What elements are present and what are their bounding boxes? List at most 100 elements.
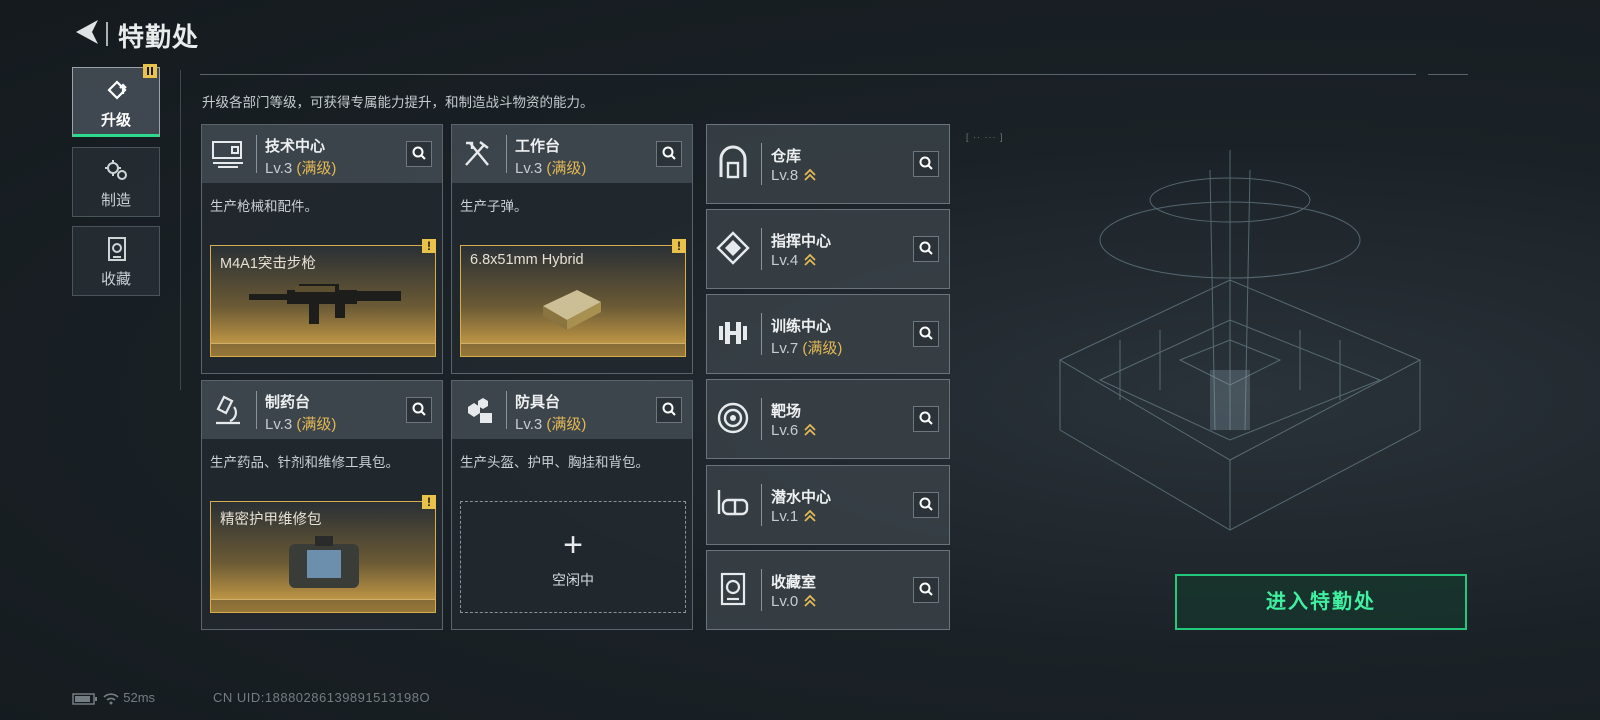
alert-badge-icon: ! (422, 495, 436, 509)
upgrade-arrow-icon (804, 509, 816, 522)
upgrade-arrow-icon (804, 594, 816, 607)
command-icon (715, 230, 751, 266)
facility-name: 制药台 (265, 394, 311, 411)
card-description: 生产枪械和配件。 (210, 199, 318, 214)
tools-icon (460, 137, 496, 171)
nav-upgrade[interactable]: 升级 (72, 64, 160, 137)
search-icon (919, 411, 933, 425)
diving-mask-icon (715, 486, 751, 522)
search-icon (919, 241, 933, 255)
search-icon (919, 497, 933, 511)
facility-level: Lv.3 (满级) (515, 160, 587, 177)
inspect-button[interactable] (913, 151, 939, 177)
inspect-button[interactable] (913, 321, 939, 347)
product-slot[interactable]: M4A1突击步枪 ! (210, 239, 436, 357)
gears-icon (73, 156, 159, 184)
upgrade-icon (73, 76, 159, 104)
enter-facility-button[interactable]: 进入特勤处 (1175, 574, 1467, 630)
inspect-button[interactable] (406, 397, 432, 423)
facility-level: Lv.7 (满级) (771, 340, 843, 357)
page-title: 特勤处 (118, 22, 200, 52)
back-arrow-icon (76, 20, 98, 44)
inspect-button[interactable] (913, 492, 939, 518)
wifi-icon (103, 692, 119, 705)
idle-label: 空闲中 (552, 572, 594, 588)
inspect-button[interactable] (913, 406, 939, 432)
card-armor-bench[interactable]: 防具台 Lv.3 (满级) 生产头盔、护甲、胸挂和背包。 + 空闲中 (451, 380, 693, 630)
nav-upgrade-label: 升级 (100, 112, 131, 129)
facility-command-center[interactable]: 指挥中心 Lv.4 (706, 209, 950, 289)
card-header: 工作台 Lv.3 (满级) (452, 125, 692, 183)
search-icon (919, 582, 933, 596)
user-id: CN UID:18880286139891513198O (213, 690, 431, 705)
dumbbell-icon (715, 315, 751, 351)
plus-icon: + (563, 526, 583, 564)
warehouse-icon (715, 145, 751, 181)
ammo-box-image (543, 290, 601, 330)
hologram-coords: [ ·· ··· ] (966, 132, 1004, 142)
header-divider (106, 22, 108, 46)
divider-top-end (1428, 74, 1468, 75)
card-header: 技术中心 Lv.3 (满级) (202, 125, 442, 183)
product-slot[interactable]: 精密护甲维修包 ! (210, 495, 436, 613)
computer-icon (210, 137, 246, 171)
search-icon (919, 326, 933, 340)
microscope-icon (210, 393, 246, 427)
card-description: 生产子弹。 (460, 199, 528, 214)
facility-diving-center[interactable]: 潜水中心 Lv.1 (706, 465, 950, 545)
card-pharmacy[interactable]: 制药台 Lv.3 (满级) 生产药品、针剂和维修工具包。 精密护甲维修包 ! (201, 380, 443, 630)
facility-level: Lv.8 (771, 167, 816, 184)
upgrade-arrow-icon (804, 423, 816, 436)
facility-warehouse[interactable]: 仓库 Lv.8 (706, 124, 950, 204)
search-icon (412, 402, 426, 416)
divider-top (200, 74, 1416, 75)
facility-name: 训练中心 (771, 318, 832, 335)
facility-name: 技术中心 (265, 138, 326, 155)
nav-craft-label: 制造 (100, 192, 131, 209)
inspect-button[interactable] (913, 236, 939, 262)
card-description: 生产头盔、护甲、胸挂和背包。 (460, 455, 649, 470)
collection-icon (73, 235, 159, 263)
nav-collection[interactable]: 收藏 (72, 226, 160, 296)
base-hologram-image (1058, 150, 1422, 531)
facility-training-center[interactable]: 训练中心 Lv.7 (满级) (706, 294, 950, 374)
card-header: 防具台 Lv.3 (满级) (452, 381, 692, 439)
facility-level: Lv.0 (771, 593, 816, 610)
armor-icon (460, 393, 496, 427)
inspect-button[interactable] (913, 577, 939, 603)
facility-level: Lv.4 (771, 252, 816, 269)
ping-value: 52ms (123, 690, 156, 705)
facility-name: 潜水中心 (771, 489, 832, 506)
back-button[interactable] (72, 18, 104, 46)
upgrade-arrow-icon (804, 168, 816, 181)
facility-level: Lv.3 (满级) (515, 416, 587, 433)
page-description: 升级各部门等级，可获得专属能力提升，和制造战斗物资的能力。 (202, 95, 594, 110)
repair-kit-image (289, 536, 359, 588)
search-icon (919, 156, 933, 170)
facility-name: 仓库 (771, 148, 802, 165)
idle-slot[interactable]: + 空闲中 (460, 501, 686, 613)
facility-level: Lv.3 (满级) (265, 416, 337, 433)
nav-collection-label: 收藏 (100, 271, 131, 288)
card-tech-center[interactable]: 技术中心 Lv.3 (满级) 生产枪械和配件。 M4A1突击步枪 ! (201, 124, 443, 374)
facility-name: 防具台 (515, 394, 561, 411)
product-name: 6.8x51mm Hybrid (470, 252, 584, 268)
status-bar: 52ms (72, 690, 155, 706)
facility-shooting-range[interactable]: 靶场 Lv.6 (706, 379, 950, 459)
facility-name: 收藏室 (771, 574, 817, 591)
product-slot[interactable]: 6.8x51mm Hybrid ! (460, 239, 686, 357)
facility-collection-room[interactable]: 收藏室 Lv.0 (706, 550, 950, 630)
inspect-button[interactable] (406, 141, 432, 167)
card-description: 生产药品、针剂和维修工具包。 (210, 455, 399, 470)
inspect-button[interactable] (656, 141, 682, 167)
facility-name: 工作台 (515, 138, 561, 155)
facility-name: 指挥中心 (771, 233, 832, 250)
card-workbench[interactable]: 工作台 Lv.3 (满级) 生产子弹。 6.8x51mm Hybrid ! (451, 124, 693, 374)
facility-level: Lv.3 (满级) (265, 160, 337, 177)
product-name: 精密护甲维修包 (220, 512, 322, 528)
inspect-button[interactable] (656, 397, 682, 423)
collection-room-icon (715, 571, 751, 607)
nav-craft[interactable]: 制造 (72, 147, 160, 217)
nav-active-indicator (73, 134, 159, 137)
alert-badge-icon: ! (672, 239, 686, 253)
